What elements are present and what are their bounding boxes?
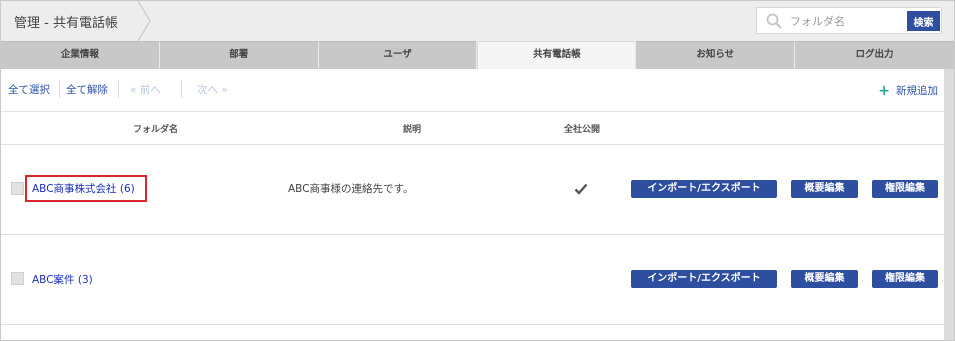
edit-permission-button[interactable]: 権限編集	[872, 180, 938, 198]
table-row: ABC商事株式会社 (6) ABC商事様の連絡先です。 インポート/エクスポート…	[1, 145, 944, 235]
next-label: 次へ	[197, 84, 218, 96]
folder-link[interactable]: ABC商事株式会社 (6)	[32, 181, 135, 196]
folder-link[interactable]: ABC案件 (3)	[32, 272, 93, 287]
next-page-link[interactable]: 次へ »	[197, 82, 228, 97]
tab-notices[interactable]: お知らせ	[636, 41, 796, 69]
double-chevron-right-icon: »	[221, 84, 228, 96]
deselect-all-link[interactable]: 全て解除	[66, 82, 108, 97]
prev-label: 前へ	[139, 84, 161, 96]
toolbar-divider	[59, 80, 60, 98]
plus-icon: +	[878, 83, 890, 99]
row-checkbox[interactable]	[11, 182, 24, 195]
row-checkbox[interactable]	[11, 272, 24, 285]
tab-user[interactable]: ユーザ	[318, 41, 478, 69]
toolbar: 全て選択 全て解除 « 前へ 次へ » + 新規追加	[1, 69, 944, 112]
double-chevron-left-icon: «	[130, 84, 137, 96]
edit-summary-button[interactable]: 概要編集	[791, 270, 858, 288]
app-window: 管理 - 共有電話帳 検索 企業情報 部署 ユーザ 共有電話帳 お知らせ ログ出…	[0, 0, 955, 341]
tab-log-output[interactable]: ログ出力	[795, 41, 954, 69]
prev-page-link[interactable]: « 前へ	[130, 82, 161, 97]
tab-shared-phonebook[interactable]: 共有電話帳	[477, 41, 637, 69]
vertical-scrollbar[interactable]	[944, 69, 954, 340]
chevron-right-icon	[137, 1, 151, 41]
edit-summary-button[interactable]: 概要編集	[791, 180, 858, 198]
column-public: 全社公開	[564, 125, 601, 135]
column-description: 説明	[403, 125, 422, 135]
import-export-button[interactable]: インポート/エクスポート	[631, 270, 777, 288]
toolbar-divider	[181, 80, 182, 98]
search-input[interactable]	[790, 12, 900, 30]
table-header: フォルダ名 説明 全社公開	[1, 112, 944, 145]
select-all-link[interactable]: 全て選択	[8, 82, 50, 97]
tab-bar: 企業情報 部署 ユーザ 共有電話帳 お知らせ ログ出力	[1, 41, 954, 69]
edit-permission-button[interactable]: 権限編集	[872, 270, 938, 288]
page-title: 管理 - 共有電話帳	[14, 16, 118, 31]
column-folder-name: フォルダ名	[133, 125, 179, 135]
row-description: ABC商事様の連絡先です。	[288, 183, 414, 195]
check-icon	[574, 183, 588, 195]
header-bar: 管理 - 共有電話帳 検索	[1, 1, 954, 41]
search-box: 検索	[756, 7, 942, 34]
toolbar-divider	[118, 80, 119, 98]
table-row: ABC案件 (3) インポート/エクスポート 概要編集 権限編集	[1, 235, 944, 325]
tab-department[interactable]: 部署	[159, 41, 319, 69]
search-button[interactable]: 検索	[907, 11, 940, 31]
import-export-button[interactable]: インポート/エクスポート	[631, 180, 777, 198]
search-icon	[766, 13, 782, 29]
tab-company-info[interactable]: 企業情報	[1, 41, 160, 69]
new-add-button[interactable]: + 新規追加	[878, 82, 938, 99]
new-add-label: 新規追加	[896, 85, 938, 97]
